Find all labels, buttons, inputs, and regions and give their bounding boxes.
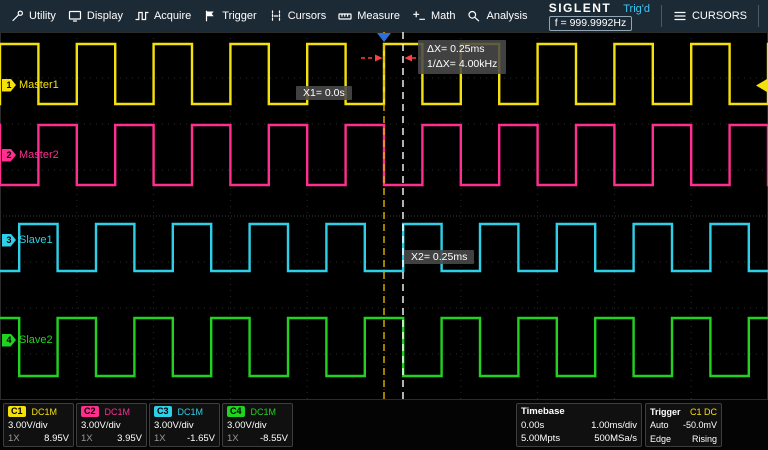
memory-depth: 5.00Mpts <box>521 433 560 444</box>
channel-alias-label: Master1 <box>19 79 59 91</box>
menu-measure-label: Measure <box>357 10 400 22</box>
siglent-logo: SIGLENT <box>549 1 612 15</box>
sample-rate: 500MSa/s <box>594 433 637 444</box>
channel-badge-c3: C3 <box>154 406 172 417</box>
channel-badge-c1: C1 <box>8 406 26 417</box>
probe-c4: 1X <box>227 433 239 444</box>
menu-acquire[interactable]: Acquire <box>129 0 197 32</box>
offset-c2: 3.95V <box>117 433 142 444</box>
coupling-c2: DC1M <box>105 407 131 417</box>
trigger-level-marker[interactable] <box>756 79 767 92</box>
menu-trigger-label: Trigger <box>222 10 256 22</box>
top-menu-bar: Utility Display Acquire Trigger Cursors … <box>0 0 768 32</box>
probe-c2: 1X <box>81 433 93 444</box>
timebase-scale: 1.00ms/div <box>591 420 637 431</box>
cursor-delta-readout: ΔX= 0.25ms 1/ΔX= 4.00kHz <box>418 40 506 74</box>
probe-c1: 1X <box>8 433 20 444</box>
menu-acquire-label: Acquire <box>154 10 191 22</box>
menu-display-label: Display <box>87 10 123 22</box>
channel-position-marker-c4[interactable]: 4 Slave2 <box>2 333 53 347</box>
channel-c1-box[interactable]: C1 DC1M 3.00V/div 1X 8.95V <box>3 403 74 447</box>
scale-c1: 3.00V/div <box>8 420 48 431</box>
ruler-icon <box>338 10 352 22</box>
menu-math[interactable]: Math <box>406 0 461 32</box>
menu-trigger[interactable]: Trigger <box>197 0 262 32</box>
trigger-status-label: Trig'd <box>623 3 650 15</box>
menu-analysis[interactable]: Analysis <box>461 0 533 32</box>
trigger-source: C1 DC <box>690 407 717 417</box>
menu-lines-icon <box>673 10 687 22</box>
trigger-position-marker[interactable] <box>377 33 391 42</box>
channel-position-marker-c2[interactable]: 2 Master2 <box>2 148 59 162</box>
timebase-delay: 0.00s <box>521 420 544 431</box>
delta-measure-arrows <box>361 55 426 62</box>
magnifier-icon <box>467 10 481 22</box>
cursor-x2-readout: X2= 0.25ms <box>404 250 474 264</box>
trigger-level: -50.0mV <box>683 420 717 430</box>
bottom-status-bar: C1 DC1M 3.00V/div 1X 8.95V C2 DC1M 3.00V… <box>0 400 768 450</box>
trigger-title: Trigger <box>650 407 681 417</box>
channel-number-badge: 2 <box>2 149 16 162</box>
channel-alias-label: Slave1 <box>19 234 53 246</box>
inverse-delta-x-value: 1/ΔX= 4.00kHz <box>427 57 497 72</box>
wrench-icon <box>10 10 24 22</box>
offset-c4: -8.55V <box>260 433 288 444</box>
scope-display-area[interactable]: 1 Master1 2 Master2 3 Slave1 4 Slave2 X1… <box>0 32 768 400</box>
channel-number-badge: 4 <box>2 334 16 347</box>
channel-number-badge: 3 <box>2 234 16 247</box>
frequency-readout: f = 999.9992Hz <box>549 16 633 31</box>
menu-utility[interactable]: Utility <box>4 0 62 32</box>
plus-minus-icon <box>412 10 426 22</box>
cursors-panel-label: CURSORS <box>692 10 747 22</box>
coupling-c4: DC1M <box>251 407 277 417</box>
delta-x-value: ΔX= 0.25ms <box>427 42 497 57</box>
brand-status-block: SIGLENT Trig'd f = 999.9992Hz <box>543 1 656 31</box>
menu-cursors-label: Cursors <box>288 10 327 22</box>
channel-badge-c4: C4 <box>227 406 245 417</box>
trigger-box[interactable]: Trigger C1 DC Auto -50.0mV Edge Rising <box>645 403 722 447</box>
cursor-lines-icon <box>269 10 283 22</box>
channel-alias-label: Slave2 <box>19 334 53 346</box>
cursor-x1-readout: X1= 0.0s <box>296 86 352 100</box>
channel-position-marker-c3[interactable]: 3 Slave1 <box>2 233 53 247</box>
trigger-type: Edge <box>650 434 671 444</box>
channel-number-badge: 1 <box>2 79 16 92</box>
divider <box>758 5 759 27</box>
channel-c4-box[interactable]: C4 DC1M 3.00V/div 1X -8.55V <box>222 403 293 447</box>
coupling-c1: DC1M <box>32 407 58 417</box>
menu-measure[interactable]: Measure <box>332 0 406 32</box>
divider <box>661 5 662 27</box>
display-icon <box>68 10 82 22</box>
channel-c2-box[interactable]: C2 DC1M 3.00V/div 1X 3.95V <box>76 403 147 447</box>
trigger-slope: Rising <box>692 434 717 444</box>
scale-c2: 3.00V/div <box>81 420 121 431</box>
menu-display[interactable]: Display <box>62 0 129 32</box>
channel-badge-c2: C2 <box>81 406 99 417</box>
offset-c3: -1.65V <box>187 433 215 444</box>
menu-math-label: Math <box>431 10 455 22</box>
offset-c1: 8.95V <box>44 433 69 444</box>
coupling-c3: DC1M <box>178 407 204 417</box>
scale-c3: 3.00V/div <box>154 420 194 431</box>
channel-alias-label: Master2 <box>19 149 59 161</box>
menu-utility-label: Utility <box>29 10 56 22</box>
waveform-icon <box>135 10 149 22</box>
frequency-value: f = 999.9992Hz <box>555 17 627 29</box>
flag-icon <box>203 10 217 22</box>
menu-analysis-label: Analysis <box>486 10 527 22</box>
channel-position-marker-c1[interactable]: 1 Master1 <box>2 78 59 92</box>
timebase-title: Timebase <box>521 406 565 417</box>
channel-c3-box[interactable]: C3 DC1M 3.00V/div 1X -1.65V <box>149 403 220 447</box>
trigger-mode: Auto <box>650 420 669 430</box>
timebase-box[interactable]: Timebase 0.00s 1.00ms/div 5.00Mpts 500MS… <box>516 403 642 447</box>
scale-c4: 3.00V/div <box>227 420 267 431</box>
cursors-panel-button[interactable]: CURSORS <box>667 0 753 32</box>
menu-cursors[interactable]: Cursors <box>263 0 333 32</box>
probe-c3: 1X <box>154 433 166 444</box>
